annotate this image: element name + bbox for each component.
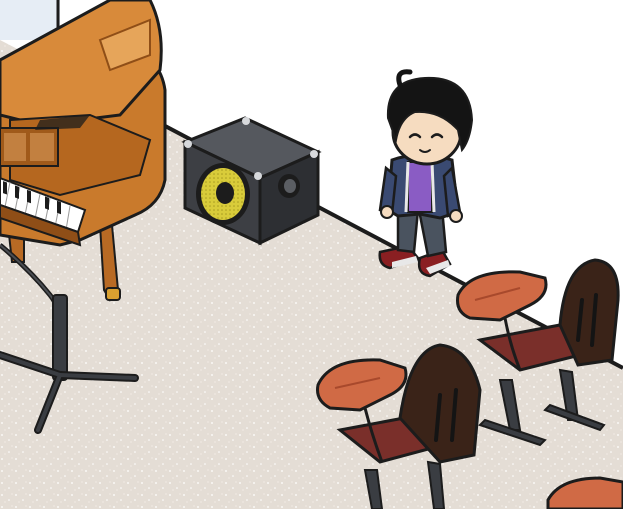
speaker-cone: [196, 163, 250, 225]
game-scene[interactable]: [0, 0, 623, 509]
piano-music-rack: [0, 127, 59, 167]
